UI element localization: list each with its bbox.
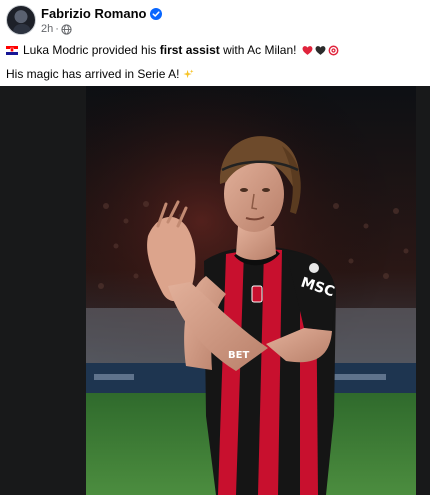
black-heart-icon	[316, 45, 326, 55]
post-text-segment: with Ac Milan!	[219, 43, 297, 57]
milan-badge-icon	[251, 285, 263, 303]
avatar[interactable]	[6, 5, 36, 35]
croatia-flag-icon	[6, 45, 18, 55]
post-meta: 2h ·	[41, 23, 72, 35]
post-text-segment: Luka Modric provided his	[23, 43, 160, 57]
post-line-2: His magic has arrived in Serie A!	[6, 65, 426, 83]
post-text-bold: first assist	[159, 43, 220, 57]
post-timestamp[interactable]: 2h	[41, 23, 53, 35]
author-link[interactable]: Fabrizio Romano	[41, 6, 163, 21]
player-photo-illustration: MSC BET	[86, 86, 416, 495]
post-photo[interactable]: MSC BET	[86, 86, 416, 495]
verified-badge-icon	[150, 7, 163, 20]
author-name[interactable]: Fabrizio Romano	[41, 6, 146, 21]
shirt-name: BET	[228, 350, 249, 361]
post-text: Luka Modric provided his first assist wi…	[6, 41, 426, 83]
post-text-segment: His magic has arrived in Serie A!	[6, 67, 180, 81]
club-crest-icon	[309, 263, 319, 273]
bullseye-icon	[329, 45, 339, 55]
sparkles-icon	[183, 68, 194, 78]
red-heart-icon	[303, 45, 313, 55]
post-header: Fabrizio Romano 2h ·	[0, 0, 430, 40]
globe-icon[interactable]	[61, 23, 72, 35]
post-line-1: Luka Modric provided his first assist wi…	[6, 41, 426, 59]
